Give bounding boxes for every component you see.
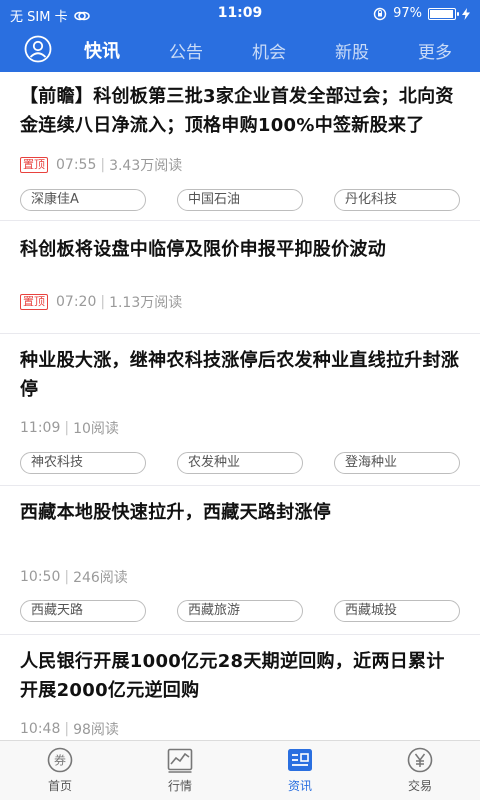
battery-percent: 97% (393, 6, 422, 21)
news-title: 种业股大涨，继神农科技涨停后农发种业直线拉升封涨停 (20, 350, 460, 400)
chart-icon (167, 748, 193, 773)
news-time: 10:50 (20, 569, 61, 585)
pinned-badge: 置顶 (20, 157, 48, 173)
news-feed: 【前瞻】科创板第三批3家企业首发全部过会；北向资金连续八日净流入；顶格申购100… (0, 72, 480, 740)
stock-tag[interactable]: 神农科技 (20, 452, 146, 474)
news-reads: 246阅读 (73, 570, 128, 586)
tab-new-stocks[interactable]: 新股 (327, 38, 377, 63)
rotation-lock-icon (373, 7, 387, 20)
news-reads: 98阅读 (73, 722, 119, 738)
stock-tag[interactable]: 西藏旅游 (177, 600, 303, 622)
news-icon (288, 749, 312, 771)
news-time: 11:09 (20, 420, 61, 436)
news-title: 【前瞻】科创板第三批3家企业首发全部过会；北向资金连续八日净流入；顶格申购100… (20, 86, 454, 136)
stock-tag[interactable]: 西藏城投 (334, 600, 460, 622)
tabbar-home[interactable]: 券 首页 (0, 741, 120, 800)
meta-divider: | (100, 157, 106, 173)
category-tabs: 快讯 公告 机会 新股 更多 (76, 28, 460, 72)
tabbar-market[interactable]: 行情 (120, 741, 240, 800)
news-item[interactable]: 种业股大涨，继神农科技涨停后农发种业直线拉升封涨停 11:09 | 10阅读 神… (0, 334, 480, 486)
status-bar: 无 SIM 卡 11:09 97% (0, 0, 480, 28)
battery-fill (430, 9, 454, 18)
stock-tag[interactable]: 深康佳A (20, 189, 146, 211)
tabbar-label: 首页 (47, 779, 72, 793)
news-title: 西藏本地股快速拉升，西藏天路封涨停 (20, 502, 332, 523)
news-time: 10:48 (20, 721, 61, 737)
stock-tag[interactable]: 中国石油 (177, 189, 303, 211)
coupon-icon: 券 (47, 747, 73, 773)
bottom-tab-bar: 券 首页 行情 资讯 交易 (0, 740, 480, 800)
meta-divider: | (100, 294, 106, 310)
stock-tag[interactable]: 登海种业 (334, 452, 460, 474)
meta-divider: | (64, 569, 70, 585)
tabbar-news[interactable]: 资讯 (240, 741, 360, 800)
news-title: 科创板将设盘中临停及限价申报平抑股价波动 (20, 239, 386, 260)
stock-tags: 西藏天路 西藏旅游 西藏城投 (20, 600, 460, 622)
svg-text:券: 券 (54, 753, 66, 768)
news-reads: 3.43万阅读 (109, 158, 183, 174)
pinned-badge: 置顶 (20, 294, 48, 310)
news-title: 人民银行开展1000亿元28天期逆回购，近两日累计开展2000亿元逆回购 (20, 651, 445, 701)
stock-tags: 深康佳A 中国石油 丹化科技 (20, 189, 460, 211)
stock-tag[interactable]: 农发种业 (177, 452, 303, 474)
battery-icon (428, 7, 459, 20)
news-item[interactable]: 【前瞻】科创板第三批3家企业首发全部过会；北向资金连续八日净流入；顶格申购100… (0, 72, 480, 221)
news-time: 07:55 (56, 157, 97, 173)
top-nav: 快讯 公告 机会 新股 更多 (0, 28, 480, 72)
news-item[interactable]: 人民银行开展1000亿元28天期逆回购，近两日累计开展2000亿元逆回购 10:… (0, 635, 480, 740)
news-item[interactable]: 科创板将设盘中临停及限价申报平抑股价波动 置顶 07:20 | 1.13万阅读 (0, 221, 480, 334)
tab-opportunities[interactable]: 机会 (244, 38, 294, 63)
tabbar-label: 资讯 (287, 779, 312, 793)
tab-flash-news[interactable]: 快讯 (76, 37, 128, 63)
tabbar-label: 行情 (167, 779, 192, 793)
charging-icon (462, 7, 470, 20)
news-reads: 1.13万阅读 (109, 295, 183, 311)
news-meta: 10:48 | 98阅读 (20, 719, 460, 739)
meta-divider: | (64, 420, 70, 436)
yen-icon (407, 747, 433, 773)
news-time: 07:20 (56, 294, 97, 310)
news-item[interactable]: 西藏本地股快速拉升，西藏天路封涨停 10:50 | 246阅读 西藏天路 西藏旅… (0, 486, 480, 635)
tab-more[interactable]: 更多 (410, 38, 460, 63)
news-meta: 10:50 | 246阅读 (20, 567, 460, 587)
meta-divider: | (64, 721, 70, 737)
news-reads: 10阅读 (73, 421, 119, 437)
user-avatar-icon[interactable] (24, 35, 52, 63)
stock-tag[interactable]: 西藏天路 (20, 600, 146, 622)
stock-tags: 神农科技 农发种业 登海种业 (20, 452, 460, 474)
tabbar-label: 交易 (407, 779, 432, 793)
news-meta: 置顶 07:55 | 3.43万阅读 (20, 155, 460, 175)
tabbar-trade[interactable]: 交易 (360, 741, 480, 800)
tab-announcements[interactable]: 公告 (161, 38, 211, 63)
news-meta: 置顶 07:20 | 1.13万阅读 (20, 292, 460, 312)
stock-tag[interactable]: 丹化科技 (334, 189, 460, 211)
news-meta: 11:09 | 10阅读 (20, 418, 460, 438)
